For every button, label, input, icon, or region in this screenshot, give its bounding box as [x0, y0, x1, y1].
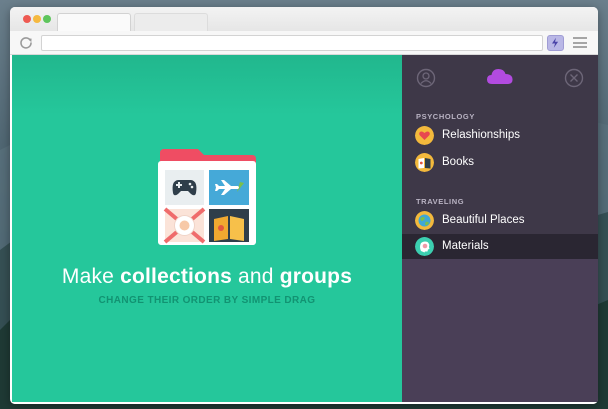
address-bar[interactable] [41, 35, 543, 51]
section-title-psychology: PSYCHOLOGY [416, 112, 475, 121]
headline-collections: collections [120, 265, 232, 288]
collections-panel: PSYCHOLOGY Relashionships Books TRAVELIN… [402, 55, 598, 402]
browser-tab-active[interactable] [57, 13, 131, 32]
headline-and: and [232, 265, 280, 288]
airplane-icon [209, 170, 249, 205]
browser-window: Make collections and groups CHANGE THEIR… [10, 7, 598, 404]
folder-illustration [158, 149, 256, 245]
title-bar [10, 7, 598, 32]
headline-groups: groups [279, 265, 353, 288]
dinner-plate-icon [163, 207, 206, 244]
reload-icon[interactable] [19, 36, 33, 50]
globe-icon [415, 211, 434, 230]
heart-icon [415, 126, 434, 145]
browser-tab-inactive[interactable] [134, 13, 208, 32]
close-icon[interactable] [564, 68, 584, 88]
zoom-window-button[interactable] [43, 15, 51, 23]
brain-icon [415, 237, 434, 256]
user-icon[interactable] [416, 68, 436, 88]
menu-icon[interactable] [573, 37, 587, 48]
section-title-traveling: TRAVELING [416, 197, 465, 206]
extension-button[interactable] [547, 35, 564, 51]
lightning-icon [552, 37, 559, 48]
cloud-icon[interactable] [486, 65, 514, 87]
main-content: Make collections and groups CHANGE THEIR… [12, 55, 402, 402]
headline-prefix: Make [61, 265, 121, 288]
item-label: Beautiful Places [442, 214, 525, 226]
browser-toolbar [10, 31, 598, 55]
minimize-window-button[interactable] [33, 15, 41, 23]
subheadline: CHANGE THEIR ORDER BY SIMPLE DRAG [98, 295, 316, 306]
panel-header [402, 55, 598, 101]
list-item-books[interactable]: Books [402, 150, 598, 175]
headline: Make collections and groups [12, 265, 402, 289]
book-icon [415, 153, 434, 172]
item-label: Materials [442, 240, 489, 252]
close-window-button[interactable] [23, 15, 31, 23]
item-label: Books [442, 156, 474, 168]
list-item-beautiful-places[interactable]: Beautiful Places [402, 208, 598, 233]
book-icon [209, 209, 249, 242]
list-item-materials[interactable]: Materials [402, 234, 598, 259]
item-label: Relashionships [442, 129, 520, 141]
gamepad-icon [165, 170, 204, 205]
list-item-relashionships[interactable]: Relashionships [402, 123, 598, 148]
